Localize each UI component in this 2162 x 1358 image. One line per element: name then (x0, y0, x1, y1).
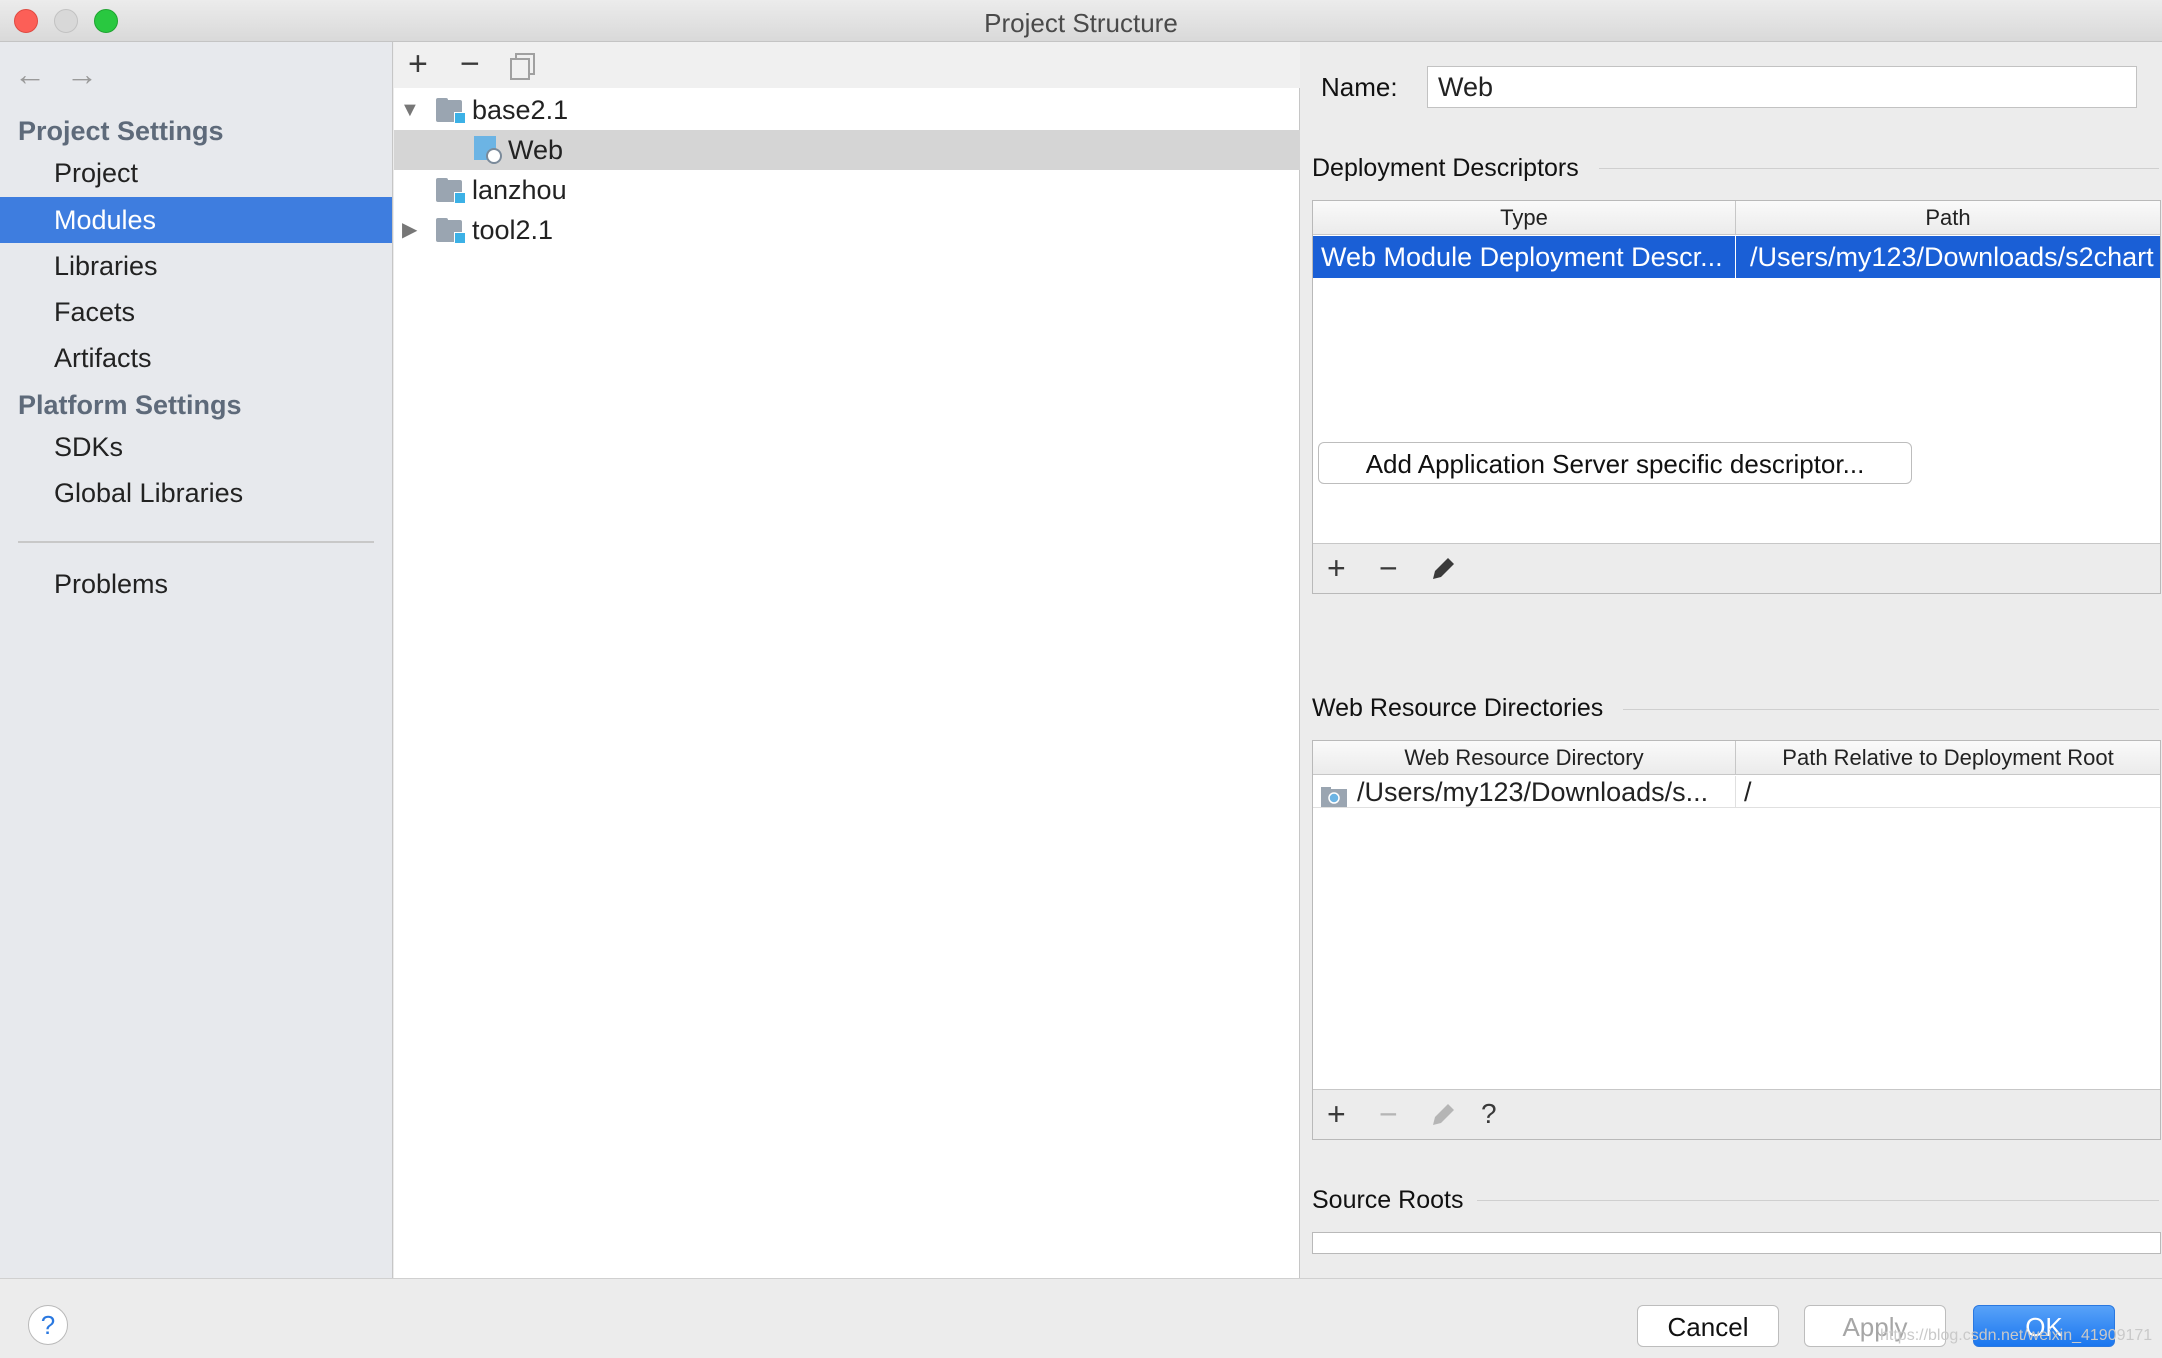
add-server-descriptor-button[interactable]: Add Application Server specific descript… (1318, 442, 1912, 484)
web-facet-icon (474, 136, 502, 164)
relative-path-cell: / (1744, 777, 1752, 807)
module-details-panel: Name: Web Deployment Descriptors Type Pa… (1301, 42, 2162, 1278)
add-descriptor-icon[interactable]: + (1327, 550, 1346, 586)
help-button[interactable]: ? (28, 1305, 68, 1345)
name-field[interactable]: Web (1427, 66, 2137, 108)
platform-settings-header: Platform Settings (18, 390, 242, 420)
remove-web-resource-icon[interactable]: − (1379, 1096, 1398, 1132)
settings-sidebar: ← → Project Settings Project Modules Lib… (0, 42, 393, 1278)
add-module-icon[interactable]: + (408, 46, 428, 82)
add-web-resource-icon[interactable]: + (1327, 1096, 1346, 1132)
watermark-text: https://blog.csdn.net/weixin_41909171 (1880, 1327, 2153, 1344)
tree-node-lanzhou[interactable]: lanzhou (394, 170, 1300, 210)
column-header-type[interactable]: Type (1313, 201, 1736, 235)
module-tree-panel: + − ▼ base2.1 Web lanzhou ▶ tool2.1 (394, 42, 1300, 1278)
tree-node-tool2-1[interactable]: ▶ tool2.1 (394, 210, 1300, 250)
deployment-descriptors-table: Type Path Web Module Deployment Descr...… (1312, 200, 2161, 594)
sidebar-item-project[interactable]: Project (0, 150, 392, 196)
table-header: Web Resource Directory Path Relative to … (1313, 741, 2160, 775)
deployment-descriptors-header: Deployment Descriptors (1312, 154, 1579, 182)
module-folder-icon (436, 218, 466, 244)
web-resource-directories-header: Web Resource Directories (1312, 694, 1604, 722)
sidebar-item-problems[interactable]: Problems (0, 561, 392, 607)
sidebar-divider (18, 541, 374, 543)
module-folder-icon (436, 178, 466, 204)
tree-node-label: base2.1 (472, 95, 569, 125)
copy-icon[interactable] (510, 52, 536, 88)
pencil-icon[interactable] (1429, 1100, 1457, 1136)
table-row[interactable]: Web Module Deployment Descr... /Users/my… (1313, 236, 2160, 278)
tree-node-base2-1[interactable]: ▼ base2.1 (394, 90, 1300, 130)
expanded-triangle-icon[interactable]: ▼ (400, 90, 420, 130)
section-divider (1477, 1200, 2159, 1201)
descriptor-type-cell: Web Module Deployment Descr... (1313, 236, 1736, 278)
column-header-path[interactable]: Path (1736, 201, 2160, 235)
table-header: Type Path (1313, 201, 2160, 235)
sidebar-item-modules[interactable]: Modules (0, 197, 392, 243)
project-settings-header: Project Settings (18, 116, 224, 146)
column-header-relative-path[interactable]: Path Relative to Deployment Root (1736, 741, 2160, 775)
pencil-icon[interactable] (1429, 554, 1457, 590)
sidebar-item-facets[interactable]: Facets (0, 289, 392, 335)
remove-descriptor-icon[interactable]: − (1379, 550, 1398, 586)
sidebar-item-global-libraries[interactable]: Global Libraries (0, 470, 392, 516)
table-row[interactable]: /Users/my123/Downloads/s... / (1313, 776, 2160, 808)
back-arrow-icon[interactable]: ← (14, 56, 46, 93)
tree-node-label: lanzhou (472, 175, 567, 205)
deployment-table-toolbar: + − (1313, 543, 2160, 593)
tree-node-label: Web (508, 135, 564, 165)
section-divider (1599, 168, 2159, 169)
web-resource-table: Web Resource Directory Path Relative to … (1312, 740, 2161, 1140)
tree-node-label: tool2.1 (472, 215, 554, 245)
web-resource-directory-cell: /Users/my123/Downloads/s... (1349, 776, 1736, 807)
help-icon[interactable]: ? (1481, 1096, 1497, 1132)
collapsed-triangle-icon[interactable]: ▶ (402, 210, 417, 250)
title-bar: Project Structure (0, 0, 2162, 42)
section-divider (1623, 709, 2159, 710)
forward-arrow-icon[interactable]: → (66, 56, 98, 93)
column-header-directory[interactable]: Web Resource Directory (1313, 741, 1736, 775)
sidebar-item-sdks[interactable]: SDKs (0, 424, 392, 470)
dialog-footer: ? Cancel Apply OK https://blog.csdn.net/… (0, 1278, 2162, 1358)
source-roots-list[interactable] (1312, 1232, 2161, 1254)
web-resource-table-toolbar: + − ? (1313, 1089, 2160, 1139)
sidebar-item-libraries[interactable]: Libraries (0, 243, 392, 289)
source-roots-header: Source Roots (1312, 1186, 1464, 1214)
tree-node-web[interactable]: Web (394, 130, 1300, 170)
module-folder-icon (436, 98, 466, 124)
sidebar-item-artifacts[interactable]: Artifacts (0, 335, 392, 381)
tree-toolbar: + − (394, 42, 1300, 88)
web-folder-icon (1321, 782, 1347, 807)
name-label: Name: (1321, 72, 1398, 102)
window-title: Project Structure (984, 8, 1178, 38)
cancel-button[interactable]: Cancel (1637, 1305, 1779, 1347)
descriptor-path-cell: /Users/my123/Downloads/s2chart (1750, 242, 2154, 272)
remove-module-icon[interactable]: − (460, 46, 480, 82)
